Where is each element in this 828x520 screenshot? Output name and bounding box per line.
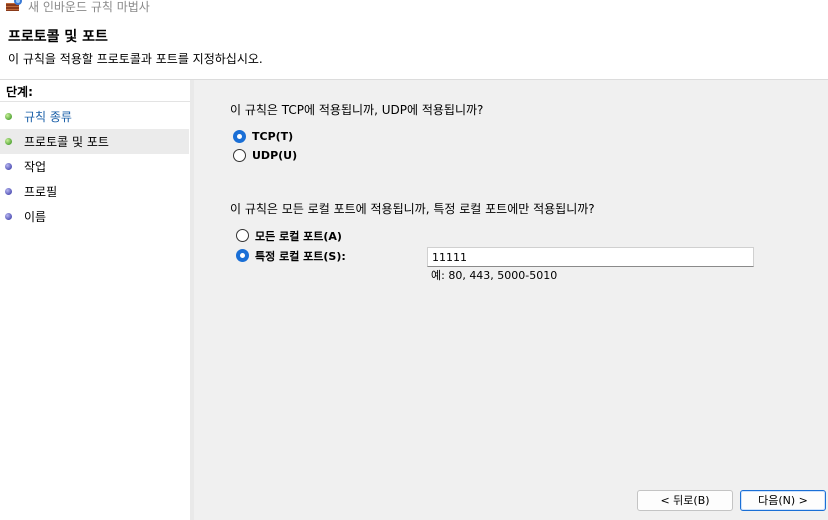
- sidebar-item-profile: 프로필: [0, 179, 189, 204]
- sidebar-item-label: 이름: [24, 210, 47, 224]
- sidebar-item-name: 이름: [0, 204, 189, 229]
- step-pending-dot-icon: [5, 213, 12, 220]
- back-button[interactable]: < 뒤로(B): [637, 490, 733, 511]
- sidebar-item-action: 작업: [0, 154, 189, 179]
- specific-ports-input[interactable]: [427, 247, 754, 267]
- all-local-ports-radio[interactable]: [236, 229, 249, 242]
- steps-sidebar: 단계: 규칙 종류 프로토콜 및 포트 작업 프로필 이름: [0, 80, 190, 520]
- all-local-ports-label[interactable]: 모든 로컬 포트(A): [255, 228, 342, 244]
- port-question: 이 규칙은 모든 로컬 포트에 적용됩니까, 특정 로컬 포트에만 적용됩니까?: [230, 202, 595, 216]
- sidebar-item-label: 프로필: [24, 185, 58, 199]
- firewall-wizard-icon: [6, 0, 22, 11]
- wizard-header: 프로토콜 및 포트 이 규칙을 적용할 프로토콜과 포트를 지정하십시오.: [0, 14, 828, 78]
- steps-divider: [0, 101, 190, 102]
- sidebar-item-protocol-and-ports[interactable]: 프로토콜 및 포트: [0, 129, 189, 154]
- specific-local-ports-label[interactable]: 특정 로컬 포트(S):: [255, 248, 346, 264]
- protocol-question: 이 규칙은 TCP에 적용됩니까, UDP에 적용됩니까?: [230, 103, 484, 117]
- tcp-radio[interactable]: [233, 130, 246, 143]
- sidebar-item-label: 작업: [24, 160, 47, 174]
- steps-heading: 단계:: [6, 85, 33, 99]
- tcp-radio-label[interactable]: TCP(T): [252, 130, 293, 143]
- step-pending-dot-icon: [5, 163, 12, 170]
- sidebar-item-label: 규칙 종류: [24, 110, 72, 124]
- window-title: 새 인바운드 규칙 마법사: [28, 0, 150, 14]
- step-pending-dot-icon: [5, 188, 12, 195]
- step-completed-dot-icon: [5, 138, 12, 145]
- page-title: 프로토콜 및 포트: [8, 29, 108, 45]
- udp-radio[interactable]: [233, 149, 246, 162]
- specific-local-ports-radio[interactable]: [236, 249, 249, 262]
- sidebar-item-rule-type[interactable]: 규칙 종류: [0, 104, 189, 129]
- step-completed-dot-icon: [5, 113, 12, 120]
- sidebar-item-label: 프로토콜 및 포트: [24, 135, 109, 149]
- wizard-content-pane: 이 규칙은 TCP에 적용됩니까, UDP에 적용됩니까? TCP(T) UDP…: [194, 80, 828, 520]
- page-subtitle: 이 규칙을 적용할 프로토콜과 포트를 지정하십시오.: [8, 52, 263, 66]
- port-example-hint: 예: 80, 443, 5000-5010: [431, 269, 558, 282]
- title-bar: 새 인바운드 규칙 마법사: [0, 0, 828, 14]
- next-button[interactable]: 다음(N) >: [740, 490, 826, 511]
- udp-radio-label[interactable]: UDP(U): [252, 149, 297, 162]
